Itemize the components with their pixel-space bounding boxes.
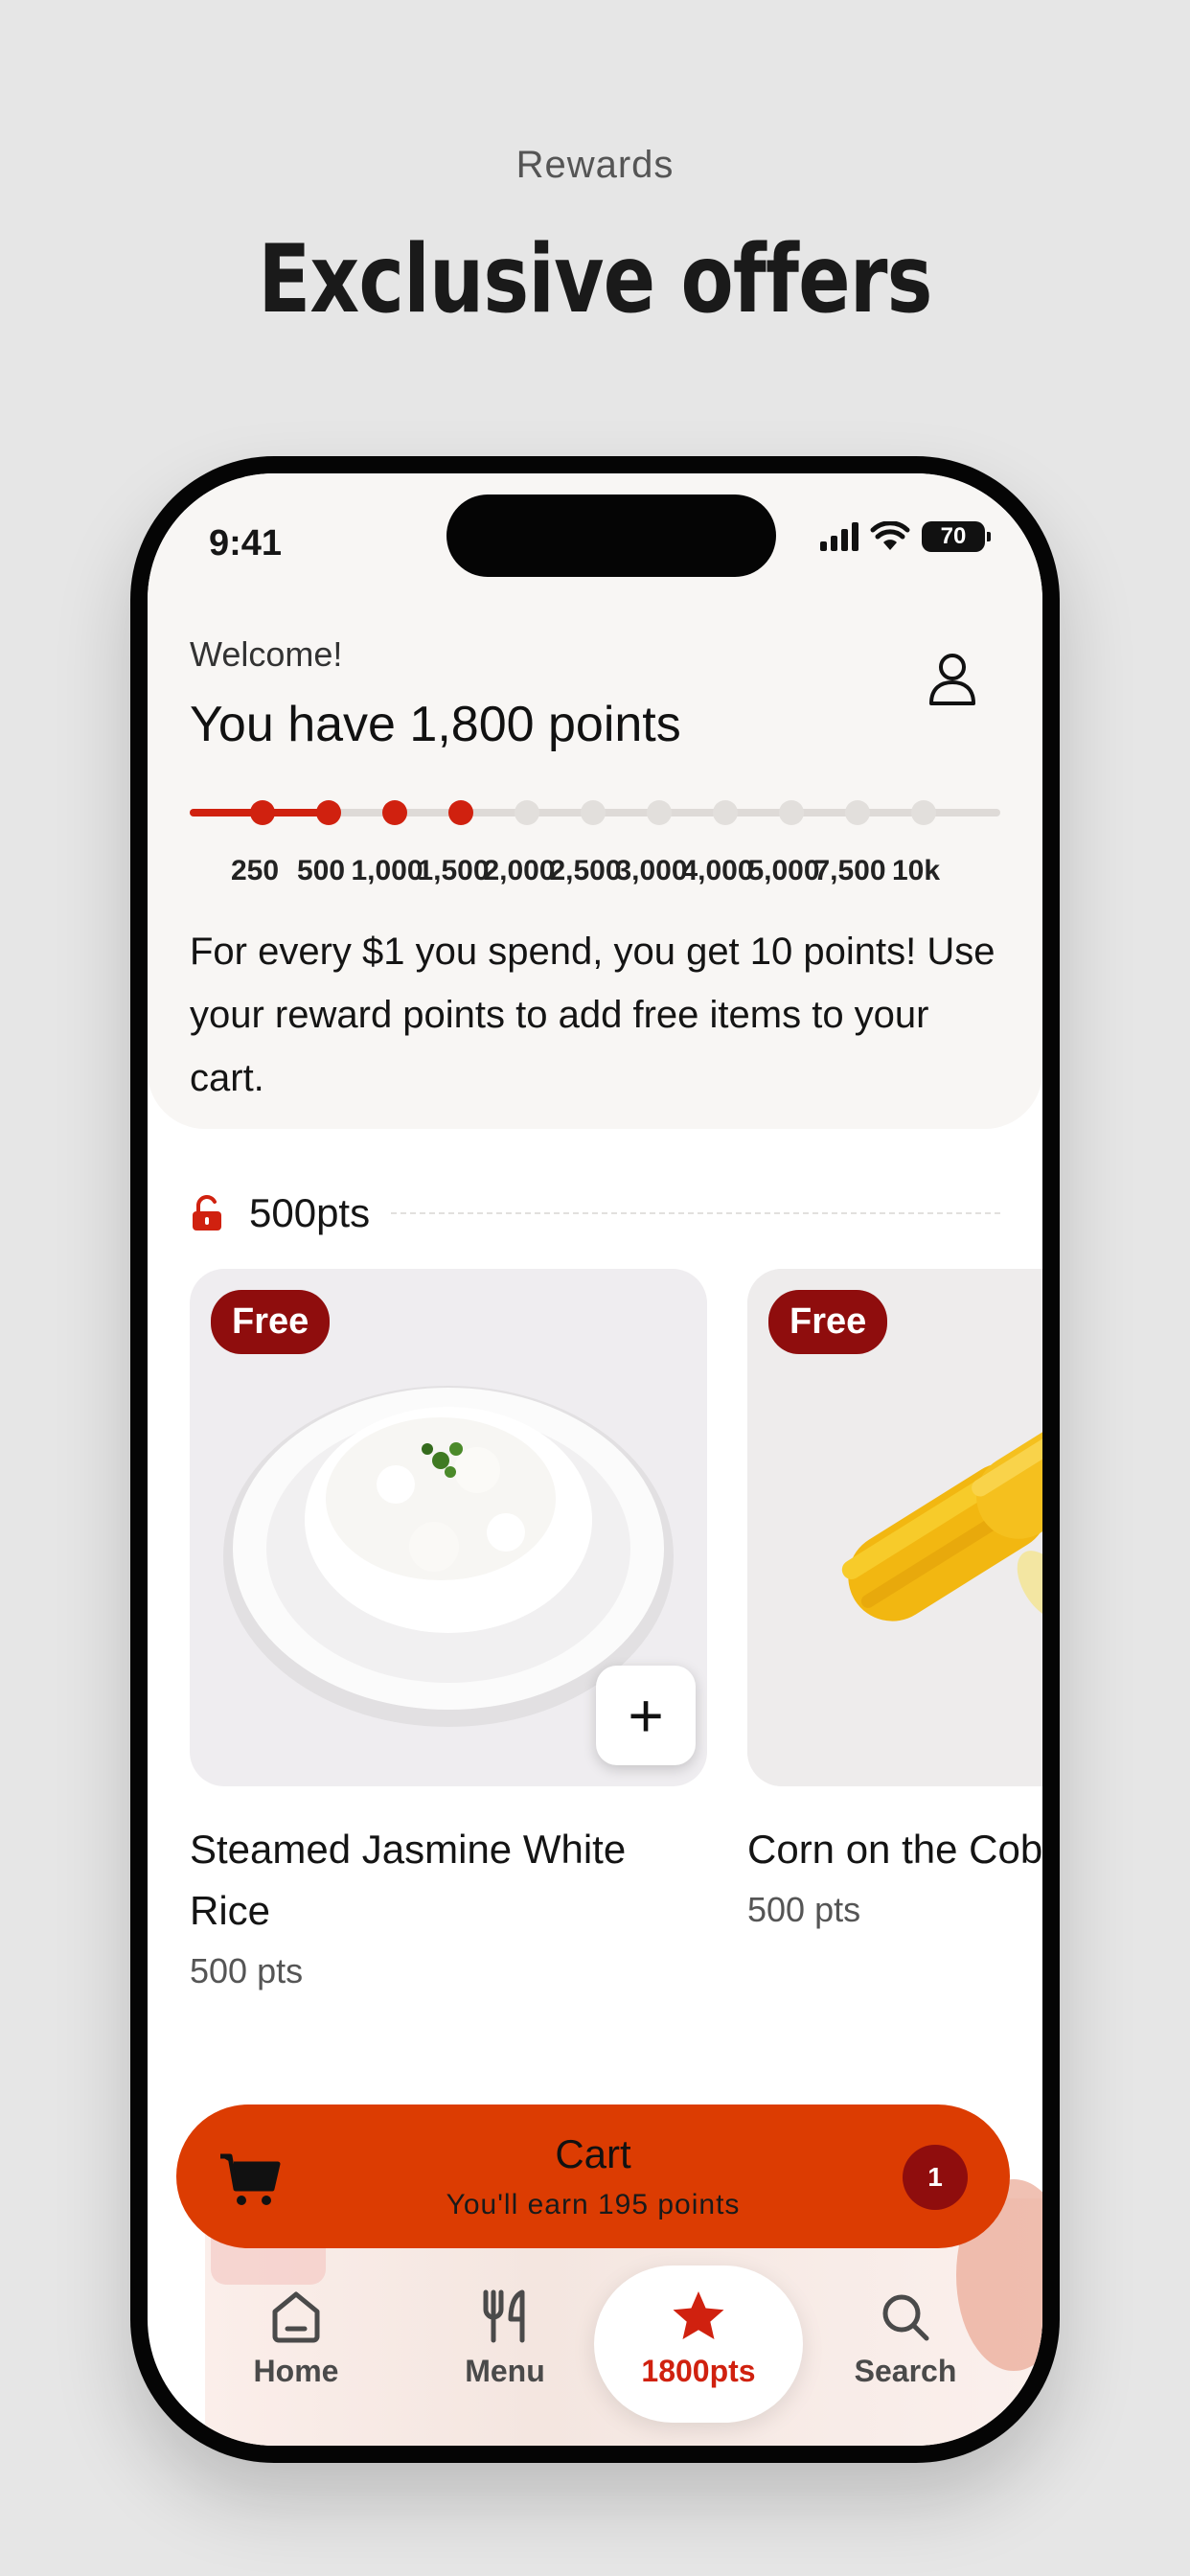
item-name: Steamed Jasmine White Rice (190, 1827, 627, 1933)
tab-rewards[interactable]: 1800pts (594, 2266, 803, 2423)
milestone-label: 500 (296, 855, 346, 886)
milestone-dot (779, 800, 804, 825)
cart-count-badge: 1 (903, 2145, 968, 2210)
reward-item-card[interactable]: Free + Steamed Jasmine White Rice 500 pt… (190, 1269, 707, 1991)
rice-image: Free + (190, 1269, 707, 1786)
tab-label: 1800pts (641, 2354, 756, 2388)
app-screen: 9:41 70 Welcome! You have 1,800 points 2… (148, 473, 1042, 2446)
search-icon (882, 2294, 929, 2341)
milestone-dot (250, 800, 275, 825)
home-icon (272, 2291, 320, 2343)
tab-search[interactable]: Search (801, 2266, 1010, 2423)
milestone-label: 2,500 (549, 855, 622, 886)
battery-icon: 70 (922, 521, 991, 552)
reward-item-card[interactable]: Free Corn on the Cob 500 pts (747, 1269, 1042, 1930)
utensils-icon (483, 2289, 525, 2343)
tab-label: Menu (465, 2354, 545, 2388)
milestone-dot (647, 800, 672, 825)
cart-earn-text: You'll earn 195 points (446, 2189, 741, 2220)
points-progress: 250 500 1,000 1,500 2,000 2,500 3,000 4,000 5,00… (190, 799, 1000, 886)
item-price: 500 pts (747, 1890, 861, 1929)
free-badge: Free (211, 1290, 331, 1354)
item-name: Corn on the Cob (747, 1827, 1042, 1872)
signal-icon (820, 522, 858, 551)
tab-home[interactable]: Home (192, 2266, 400, 2423)
milestone-dot (448, 800, 473, 825)
item-price: 500 pts (190, 1951, 304, 1990)
milestone-dot (515, 800, 539, 825)
star-icon (673, 2291, 724, 2339)
milestone-dot (845, 800, 870, 825)
status-time: 9:41 (209, 523, 283, 564)
section-divider (391, 1212, 1000, 1214)
profile-icon[interactable] (926, 650, 979, 707)
promo-subtitle: Rewards (515, 144, 675, 186)
points-description: For every $1 you spend, you get 10 point… (190, 931, 995, 1099)
tab-bar: Home Menu 1800pts Search (148, 2266, 1042, 2446)
corn-image: Free (747, 1269, 1042, 1786)
milestone-label: 5,000 (747, 855, 820, 886)
milestone-label: 2,000 (483, 855, 556, 886)
milestone-dot (382, 800, 407, 825)
milestone-label: 4,000 (681, 855, 754, 886)
milestone-label: 1,500 (417, 855, 490, 886)
tier-label: 500pts (249, 1190, 371, 1235)
milestone-label: 7,500 (813, 855, 886, 886)
welcome-text: Welcome! (190, 634, 343, 674)
cart-button[interactable]: Cart You'll earn 195 points 1 (176, 2104, 1010, 2248)
milestone-dot (911, 800, 936, 825)
milestone-dot (581, 800, 606, 825)
tier-section-header: 500pts (190, 1184, 1000, 1242)
tab-label: Home (253, 2354, 339, 2388)
promo-title: Exclusive offers (258, 225, 932, 334)
milestone-label: 10k (891, 855, 941, 886)
unlocked-icon (193, 1195, 221, 1230)
free-badge: Free (768, 1290, 888, 1354)
status-icons: 70 (820, 521, 991, 552)
milestone-label: 3,000 (615, 855, 688, 886)
tab-menu[interactable]: Menu (400, 2266, 609, 2423)
phone-frame: 9:41 70 Welcome! You have 1,800 points 2… (130, 456, 1060, 2463)
wifi-icon (870, 521, 910, 550)
dynamic-island (446, 494, 776, 577)
milestone-label: 250 (230, 855, 280, 886)
milestone-dot (713, 800, 738, 825)
add-to-cart-button[interactable]: + (596, 1666, 696, 1765)
milestone-dot (316, 800, 341, 825)
cart-title: Cart (555, 2131, 631, 2176)
tab-label: Search (854, 2354, 957, 2388)
milestone-label: 1,000 (351, 855, 423, 886)
points-title: You have 1,800 points (190, 697, 681, 752)
